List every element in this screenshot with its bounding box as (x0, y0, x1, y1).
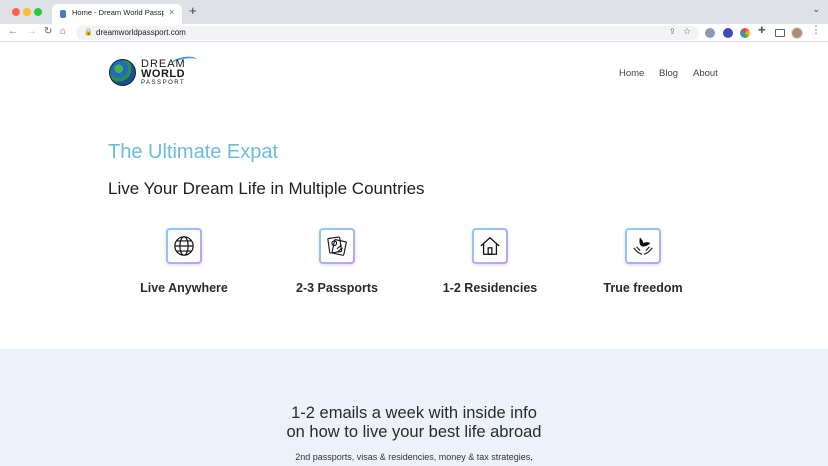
feature-label: Live Anywhere (140, 281, 228, 295)
tab-search-icon[interactable]: ⌄ (812, 4, 820, 15)
newsletter-title-line1: 1-2 emails a week with inside info (291, 404, 537, 422)
close-window-button[interactable] (12, 8, 20, 16)
nav-about-link[interactable]: About (693, 68, 718, 79)
minimize-window-button[interactable] (23, 8, 31, 16)
tab-close-icon[interactable]: × (169, 7, 174, 17)
logo-text-passport: PASSPORT (141, 80, 186, 86)
address-bar[interactable]: 🔒 dreamworldpassport.com ⇪ ☆ (76, 26, 699, 40)
browser-toolbar: ← → ↻ ⌂ 🔒 dreamworldpassport.com ⇪ ☆ ✚ ⋮ (0, 24, 828, 42)
reload-icon[interactable]: ↻ (44, 25, 52, 39)
bookmark-star-icon[interactable]: ☆ (683, 26, 691, 37)
tab-title: Home - Dream World Passport (72, 8, 164, 17)
feature-live-anywhere: Live Anywhere (109, 228, 259, 298)
back-icon[interactable]: ← (8, 25, 18, 39)
lock-icon[interactable]: 🔒 (84, 28, 93, 36)
profile-avatar[interactable] (791, 27, 803, 39)
passport-icon (319, 228, 355, 264)
feature-label: True freedom (603, 281, 683, 295)
newsletter-subtitle: 2nd passports, visas & residencies, mone… (295, 452, 533, 462)
globe-logo-icon (109, 59, 136, 86)
hero-title: Live Your Dream Life in Multiple Countri… (108, 179, 425, 198)
url-text[interactable]: dreamworldpassport.com (96, 28, 186, 37)
site-logo[interactable]: DREAM WORLD PASSPORT (109, 54, 199, 87)
hero-kicker: The Ultimate Expat (108, 141, 279, 163)
browser-window: Home - Dream World Passport × + ⌄ ← → ↻ … (0, 0, 828, 466)
browser-menu-icon[interactable]: ⋮ (811, 25, 821, 36)
feature-passports: 2-3 Passports (262, 228, 412, 298)
extensions-puzzle-icon[interactable]: ✚ (758, 25, 766, 36)
nav-blog-link[interactable]: Blog (659, 68, 678, 79)
house-icon (472, 228, 508, 264)
new-tab-button[interactable]: + (189, 4, 197, 18)
extension-icon-3[interactable] (740, 28, 750, 38)
extension-icon-2[interactable] (723, 28, 733, 38)
feature-label: 1-2 Residencies (442, 281, 538, 295)
dove-hands-icon (625, 228, 661, 264)
extension-icon-1[interactable] (705, 28, 715, 38)
favicon-icon (60, 10, 66, 18)
share-icon[interactable]: ⇪ (669, 27, 676, 36)
newsletter-title: 1-2 emails a week with inside info on ho… (0, 404, 828, 442)
feature-freedom: True freedom (568, 228, 718, 298)
side-panel-icon[interactable] (775, 29, 785, 37)
feature-label: 2-3 Passports (296, 281, 378, 295)
maximize-window-button[interactable] (34, 8, 42, 16)
feature-residencies: 1-2 Residencies (415, 228, 565, 298)
home-icon[interactable]: ⌂ (60, 25, 66, 39)
tab-active[interactable]: Home - Dream World Passport × (52, 4, 182, 24)
newsletter-section: 1-2 emails a week with inside info on ho… (0, 349, 828, 466)
nav-home-link[interactable]: Home (619, 68, 644, 79)
web-page: DREAM WORLD PASSPORT Home Blog About The… (0, 43, 828, 466)
logo-text-world: WORLD (141, 68, 186, 80)
forward-icon[interactable]: → (27, 25, 37, 39)
tab-strip: Home - Dream World Passport × + ⌄ (0, 0, 828, 24)
newsletter-title-line2: on how to live your best life abroad (286, 423, 542, 441)
globe-icon (166, 228, 202, 264)
